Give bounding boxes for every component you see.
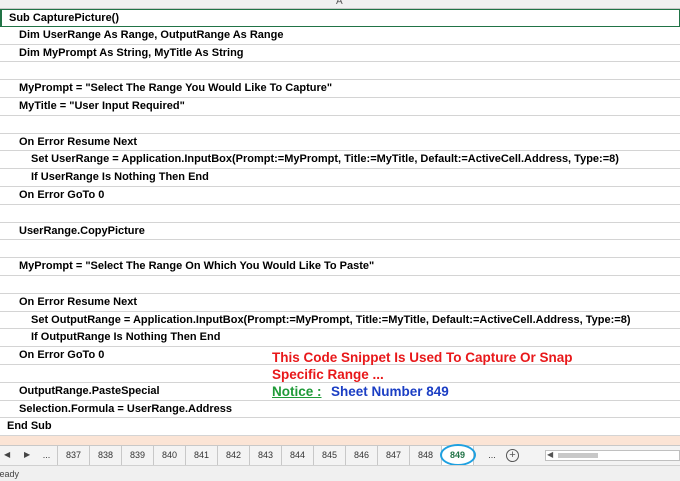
scroll-thumb[interactable] [558, 453, 598, 458]
code-row[interactable]: End Sub [0, 418, 680, 437]
plus-circle-icon[interactable]: + [506, 449, 519, 462]
code-row[interactable]: On Error Resume Next [0, 294, 680, 312]
code-row[interactable]: Dim MyPrompt As String, MyTitle As Strin… [0, 45, 680, 63]
code-line: On Error Resume Next [19, 135, 137, 148]
tabs-ellipsis-right[interactable]: ... [482, 446, 502, 465]
code-row[interactable] [0, 116, 680, 134]
code-row[interactable]: If OutputRange Is Nothing Then End [0, 329, 680, 348]
code-row[interactable] [0, 62, 680, 81]
column-header[interactable]: A [0, 0, 680, 9]
triangle-right-icon[interactable]: ▶ [24, 450, 30, 459]
sheet-tab[interactable]: 845 [314, 446, 346, 465]
code-row[interactable]: Set UserRange = Application.InputBox(Pro… [0, 151, 680, 170]
code-line: Selection.Formula = UserRange.Address [19, 402, 233, 415]
code-row[interactable]: Set OutputRange = Application.InputBox(P… [0, 312, 680, 330]
code-line: If OutputRange Is Nothing Then End [31, 331, 221, 344]
status-bar: Ready [0, 465, 680, 481]
code-row[interactable]: Sub CapturePicture() [0, 9, 680, 27]
code-row[interactable] [0, 205, 680, 223]
code-line: Set OutputRange = Application.InputBox(P… [31, 313, 631, 326]
code-row[interactable] [0, 276, 680, 294]
triangle-left-icon[interactable]: ◀ [4, 450, 10, 459]
scroll-left-icon[interactable]: ◀ [547, 450, 553, 459]
sheet-tab[interactable]: 842 [218, 446, 250, 465]
sheet-tab[interactable]: 843 [250, 446, 282, 465]
sheet-tab[interactable]: 840 [154, 446, 186, 465]
annotation-line-2: Specific Range ... [272, 367, 384, 382]
sheet-tab[interactable]: 838 [90, 446, 122, 465]
code-line: On Error Resume Next [19, 295, 137, 308]
sheet-tab[interactable]: 839 [122, 446, 154, 465]
sheet-tab[interactable]: 844 [282, 446, 314, 465]
code-row[interactable]: MyTitle = "User Input Required" [0, 98, 680, 116]
sheet-tab[interactable]: 841 [186, 446, 218, 465]
code-line: MyPrompt = "Select The Range You Would L… [19, 82, 333, 95]
notice-text: Sheet Number 849 [331, 384, 449, 399]
code-row[interactable]: If UserRange Is Nothing Then End [0, 169, 680, 187]
status-text: Ready [0, 469, 20, 479]
code-row[interactable]: Selection.Formula = UserRange.Address [0, 401, 680, 419]
sheet-tab[interactable]: 846 [346, 446, 378, 465]
code-line: Dim UserRange As Range, OutputRange As R… [19, 28, 284, 41]
code-line: MyTitle = "User Input Required" [19, 99, 185, 112]
tabs-ellipsis-left[interactable]: ... [36, 446, 58, 465]
code-row[interactable]: On Error Resume Next [0, 134, 680, 152]
sheet-tab[interactable]: 848 [410, 446, 442, 465]
code-line: OutputRange.PasteSpecial [19, 384, 160, 397]
code-line: On Error GoTo 0 [19, 188, 105, 201]
code-line: If UserRange Is Nothing Then End [31, 171, 209, 184]
code-row[interactable]: UserRange.CopyPicture [0, 223, 680, 241]
code-line: Set UserRange = Application.InputBox(Pro… [31, 153, 619, 166]
sheet-tab-bar: ◀ ▶ ... 837 838 839 840 841 842 843 844 … [0, 444, 680, 466]
code-row[interactable] [0, 240, 680, 259]
code-line: On Error GoTo 0 [19, 349, 105, 362]
code-line: Sub CapturePicture() [9, 12, 120, 24]
sheet-tab[interactable]: 847 [378, 446, 410, 465]
code-row[interactable]: Dim UserRange As Range, OutputRange As R… [0, 27, 680, 45]
code-row[interactable]: On Error GoTo 0 [0, 187, 680, 205]
code-line: UserRange.CopyPicture [19, 224, 145, 237]
code-line: MyPrompt = "Select The Range On Which Yo… [19, 260, 375, 273]
notice-label: Notice : [272, 384, 322, 399]
highlight-circle [440, 444, 476, 466]
column-a-label[interactable]: A [336, 0, 343, 7]
annotation-line-1: This Code Snippet Is Used To Capture Or … [272, 350, 573, 365]
sheet-tab[interactable]: 837 [58, 446, 90, 465]
code-row[interactable]: MyPrompt = "Select The Range You Would L… [0, 80, 680, 98]
code-row[interactable]: MyPrompt = "Select The Range On Which Yo… [0, 258, 680, 276]
code-line: End Sub [7, 420, 52, 433]
horizontal-scrollbar[interactable]: ◀ [545, 450, 680, 461]
code-line: Dim MyPrompt As String, MyTitle As Strin… [19, 46, 244, 59]
